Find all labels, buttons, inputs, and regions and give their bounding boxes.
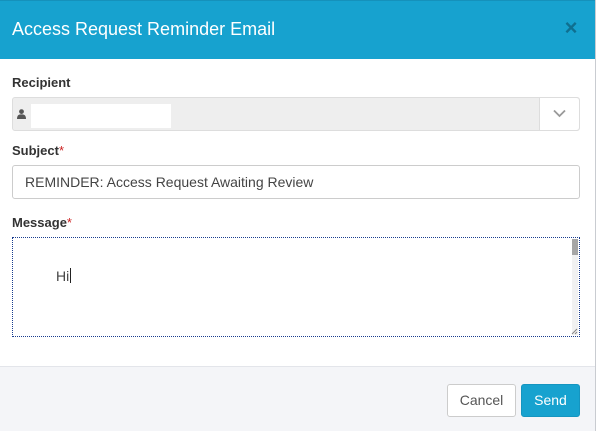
message-label-text: Message — [12, 215, 67, 230]
modal-title: Access Request Reminder Email — [12, 19, 276, 39]
send-button[interactable]: Send — [521, 384, 580, 417]
message-text: Hi — [56, 268, 70, 284]
message-text-line: Hi — [56, 268, 72, 284]
recipient-dropdown-toggle[interactable] — [539, 98, 579, 130]
subject-input[interactable] — [12, 165, 580, 199]
recipient-label: Recipient — [12, 75, 71, 90]
chevron-down-icon — [553, 109, 566, 118]
text-caret — [70, 268, 72, 283]
recipient-label-text: Recipient — [12, 75, 71, 90]
required-marker: * — [66, 215, 72, 230]
scrollbar-thumb[interactable] — [572, 239, 578, 255]
access-request-reminder-modal: Access Request Reminder Email × Recipien… — [0, 0, 596, 431]
cancel-button[interactable]: Cancel — [447, 384, 516, 417]
resize-grip-icon[interactable] — [571, 328, 578, 335]
user-icon — [17, 109, 26, 119]
message-textarea[interactable]: Hi — [12, 237, 580, 337]
modal-footer: Cancel Send — [0, 366, 595, 431]
modal-header: Access Request Reminder Email × — [0, 0, 595, 59]
close-icon[interactable]: × — [561, 17, 581, 39]
required-marker: * — [58, 143, 65, 158]
message-label: Message* — [12, 215, 72, 230]
subject-label: Subject* — [12, 143, 64, 158]
recipient-value[interactable] — [31, 104, 171, 128]
subject-label-text: Subject — [12, 143, 59, 158]
recipient-select[interactable] — [12, 97, 580, 131]
message-scrollbar[interactable] — [572, 239, 578, 335]
